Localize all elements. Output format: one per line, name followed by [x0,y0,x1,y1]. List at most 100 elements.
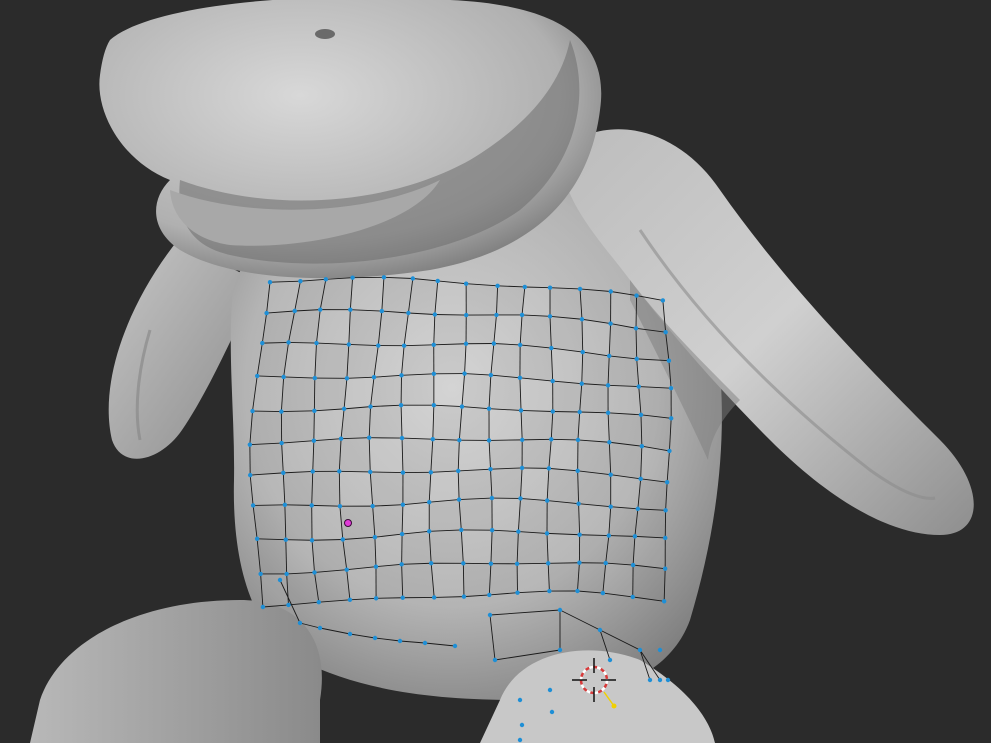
mesh-vertex[interactable] [459,404,465,409]
mesh-face[interactable] [401,374,434,405]
mesh-vertex[interactable] [372,535,378,540]
mesh-vertex[interactable] [431,342,436,348]
mesh-vertex[interactable] [547,314,553,319]
mesh-face[interactable] [376,564,403,598]
mesh-vertex[interactable] [606,533,612,538]
mesh-vertex[interactable] [452,643,458,649]
mesh-vertex[interactable] [398,402,404,408]
mesh-vertex[interactable] [254,536,260,541]
mesh-face[interactable] [462,374,491,409]
mesh-face[interactable] [459,407,489,441]
mesh-vertex[interactable] [549,437,554,442]
mesh-vertex[interactable] [668,385,674,391]
mesh-face[interactable] [402,563,435,597]
mesh-vertex[interactable] [379,308,385,314]
mesh-vertex[interactable] [580,349,585,355]
mesh-vertex[interactable] [492,657,498,663]
mesh-vertex[interactable] [372,635,378,641]
mesh-face[interactable] [458,440,491,471]
mesh-vertex[interactable] [495,283,500,289]
mesh-vertex[interactable] [575,468,580,474]
mesh-face[interactable] [608,385,641,415]
mesh-edge[interactable] [252,410,282,413]
mesh-vertex[interactable] [292,308,297,314]
mesh-vertex[interactable] [487,612,493,618]
mesh-face[interactable] [633,536,666,569]
mesh-edge[interactable] [635,295,637,329]
mesh-vertex[interactable] [579,381,584,386]
mesh-vertex[interactable] [607,657,613,663]
mesh-vertex[interactable] [514,561,520,566]
mesh-vertex[interactable] [545,561,551,566]
mesh-vertex[interactable] [463,341,469,346]
mesh-face[interactable] [609,507,638,537]
mesh-face[interactable] [402,345,434,376]
mesh-face[interactable] [314,378,347,411]
mesh-face[interactable] [466,315,496,344]
mesh-vertex[interactable] [577,560,582,565]
mesh-face[interactable] [281,411,314,443]
mesh-vertex[interactable] [309,503,314,508]
mesh-edge[interactable] [370,471,403,474]
mesh-vertex[interactable] [608,321,613,326]
mesh-vertex[interactable] [368,469,373,475]
mesh-vertex[interactable] [312,375,318,381]
mesh-vertex[interactable] [547,687,553,693]
mesh-vertex[interactable] [310,469,315,474]
mesh-vertex[interactable] [664,479,670,485]
mesh-face[interactable] [461,529,493,564]
mesh-vertex[interactable] [432,312,438,317]
mesh-edge[interactable] [313,410,315,441]
mesh-face[interactable] [382,277,413,313]
mesh-vertex[interactable] [457,438,462,443]
mesh-vertex[interactable] [348,307,353,312]
mesh-edge[interactable] [284,504,312,506]
mesh-vertex[interactable] [341,406,347,412]
mesh-face[interactable] [522,439,551,468]
mesh-face[interactable] [580,289,611,324]
mesh-face[interactable] [250,411,282,445]
mesh-vertex[interactable] [279,440,284,446]
mesh-vertex[interactable] [410,276,416,281]
mesh-vertex[interactable] [281,470,286,476]
mesh-face[interactable] [464,343,494,376]
mesh-face[interactable] [350,277,384,312]
mesh-vertex[interactable] [557,607,563,613]
mesh-face[interactable] [316,309,351,345]
mesh-vertex[interactable] [427,529,432,534]
mesh-vertex[interactable] [517,342,523,348]
mesh-face[interactable] [519,377,553,412]
mesh-vertex[interactable] [344,376,350,381]
mesh-vertex[interactable] [544,531,550,536]
mesh-face[interactable] [636,358,672,389]
mesh-face[interactable] [602,563,634,597]
mesh-vertex[interactable] [489,495,495,501]
mesh-vertex[interactable] [399,562,404,567]
mesh-vertex[interactable] [491,341,497,346]
mesh-vertex[interactable] [370,503,375,509]
mesh-vertex[interactable] [489,527,495,533]
mesh-vertex[interactable] [488,372,494,378]
mesh-face[interactable] [402,502,430,535]
mesh-face[interactable] [578,471,611,507]
mesh-vertex[interactable] [435,278,440,284]
mesh-face[interactable] [374,345,405,378]
gizmo-handle[interactable] [611,703,617,709]
mesh-vertex[interactable] [422,640,428,646]
mesh-vertex[interactable] [549,345,554,351]
mesh-face[interactable] [491,468,523,499]
mesh-face[interactable] [577,563,605,593]
mesh-vertex[interactable] [459,527,464,533]
mesh-vertex[interactable] [399,373,404,378]
mesh-edge[interactable] [376,597,403,599]
mesh-vertex[interactable] [284,571,289,577]
mesh-vertex[interactable] [633,326,639,331]
mesh-face[interactable] [553,381,582,412]
mesh-face[interactable] [346,566,377,600]
mesh-vertex[interactable] [267,280,273,285]
mesh-face[interactable] [610,291,637,329]
mesh-edge[interactable] [462,563,465,597]
mesh-vertex[interactable] [373,564,379,569]
mesh-vertex[interactable] [347,597,353,602]
mesh-face[interactable] [431,563,464,598]
